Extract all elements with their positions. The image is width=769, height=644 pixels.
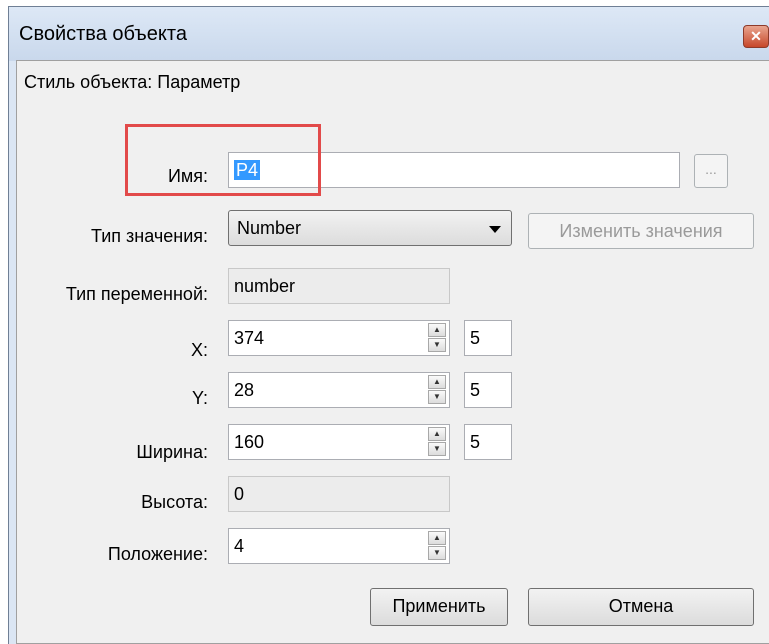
spin-down-icon[interactable]: ▼	[428, 338, 446, 352]
spin-up-icon[interactable]: ▲	[428, 375, 446, 389]
height-label: Высота:	[141, 492, 208, 512]
width-label: Ширина:	[136, 442, 208, 462]
change-values-button[interactable]: Изменить значения	[528, 213, 754, 249]
y-step-input[interactable]: 5	[464, 372, 512, 408]
y-label: Y:	[191, 388, 208, 408]
position-label: Положение:	[107, 544, 208, 564]
variable-type-label: Тип переменной:	[65, 284, 208, 304]
y-input-value: 28	[234, 380, 255, 400]
apply-button[interactable]: Применить	[370, 588, 508, 626]
close-icon: ✕	[750, 28, 762, 44]
spin-down-icon[interactable]: ▼	[428, 390, 446, 404]
title-bar[interactable]: Свойства объекта	[9, 7, 769, 61]
x-input-value: 374	[234, 328, 265, 348]
object-style-label: Стиль объекта: Параметр	[24, 72, 241, 92]
height-field: 0	[228, 476, 450, 512]
x-step-input[interactable]: 5	[464, 320, 512, 356]
close-button[interactable]: ✕	[743, 25, 769, 48]
browse-button[interactable]: ...	[694, 154, 728, 188]
x-spinner[interactable]: ▲ ▼	[426, 322, 448, 354]
x-input[interactable]: 374 ▲ ▼	[228, 320, 450, 356]
y-spinner[interactable]: ▲ ▼	[426, 374, 448, 406]
width-step-input[interactable]: 5	[464, 424, 512, 460]
spin-down-icon[interactable]: ▼	[428, 442, 446, 456]
y-input[interactable]: 28 ▲ ▼	[228, 372, 450, 408]
position-input-value: 4	[234, 536, 245, 556]
value-type-select[interactable]: Number	[228, 210, 512, 246]
value-type-label: Тип значения:	[91, 226, 208, 246]
width-input[interactable]: 160 ▲ ▼	[228, 424, 450, 460]
position-spinner[interactable]: ▲ ▼	[426, 530, 448, 562]
width-input-value: 160	[234, 432, 265, 452]
cancel-button[interactable]: Отмена	[528, 588, 754, 626]
variable-type-field: number	[228, 268, 450, 304]
value-type-selected: Number	[237, 218, 302, 238]
highlight-box	[125, 124, 321, 196]
chevron-down-icon	[489, 226, 501, 233]
dialog-title: Свойства объекта	[19, 23, 187, 45]
spin-up-icon[interactable]: ▲	[428, 427, 446, 441]
spin-down-icon[interactable]: ▼	[428, 546, 446, 560]
x-label: X:	[190, 340, 208, 360]
spin-up-icon[interactable]: ▲	[428, 323, 446, 337]
position-input[interactable]: 4 ▲ ▼	[228, 528, 450, 564]
width-spinner[interactable]: ▲ ▼	[426, 426, 448, 458]
spin-up-icon[interactable]: ▲	[428, 531, 446, 545]
